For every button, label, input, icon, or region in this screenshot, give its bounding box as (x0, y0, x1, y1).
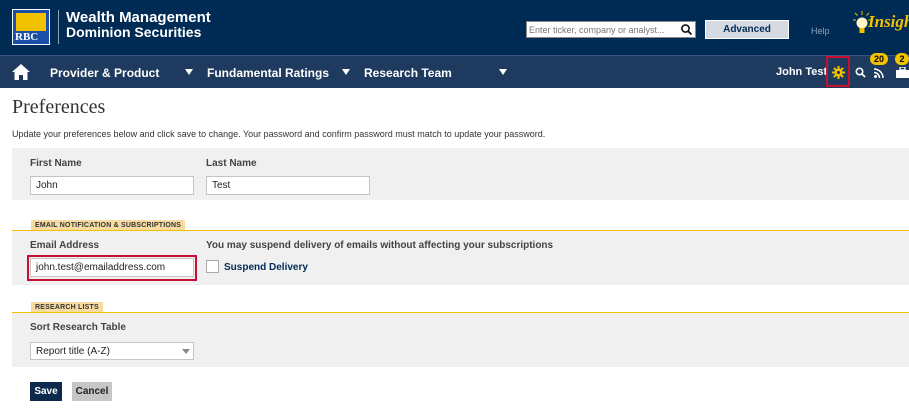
chevron-down-icon[interactable] (185, 69, 193, 75)
briefcase-icon[interactable] (896, 67, 909, 78)
logo-text: RBC (15, 31, 39, 43)
nav-research-team[interactable]: Research Team (364, 66, 452, 80)
header-search (526, 21, 696, 38)
search-icon[interactable] (855, 67, 866, 78)
chevron-down-icon[interactable] (499, 69, 507, 75)
cancel-button[interactable]: Cancel (72, 382, 112, 401)
brand-divider (58, 10, 59, 44)
last-name-field[interactable]: Test (206, 176, 370, 195)
page-description: Update your preferences below and click … (12, 129, 546, 139)
user-name[interactable]: John Test (776, 66, 827, 78)
nav-fundamental-ratings[interactable]: Fundamental Ratings (207, 66, 329, 80)
brand-subtitle: Dominion Securities (66, 24, 202, 40)
email-label: Email Address (30, 240, 100, 251)
top-header: RBC Wealth Management Dominion Securitie… (0, 0, 909, 55)
alerts-count-badge: 20 (870, 53, 888, 65)
sort-research-label: Sort Research Table (30, 322, 126, 333)
settings-button[interactable] (826, 56, 850, 87)
chevron-down-icon[interactable] (342, 69, 350, 75)
gear-icon (832, 66, 845, 79)
email-field[interactable]: john.test@emailaddress.com (30, 258, 194, 277)
insight-wordmark[interactable]: Insight (868, 12, 909, 32)
suspend-note: You may suspend delivery of emails witho… (206, 240, 554, 251)
rbc-logo[interactable]: RBC (12, 9, 50, 45)
sort-research-value: Report title (A-Z) (36, 346, 110, 357)
first-name-label: First Name (30, 158, 82, 169)
sort-research-select[interactable]: Report title (A-Z) (30, 342, 194, 360)
chevron-down-icon (182, 349, 190, 354)
home-icon[interactable] (12, 64, 30, 80)
nav-provider-product[interactable]: Provider & Product (50, 66, 159, 80)
advanced-search-button[interactable]: Advanced Search (705, 20, 789, 52)
last-name-label: Last Name (206, 158, 257, 169)
first-name-field[interactable]: John (30, 176, 194, 195)
briefcase-count-badge: 2 (895, 53, 909, 65)
save-button[interactable]: Save (30, 382, 62, 401)
rss-icon[interactable] (874, 68, 884, 78)
help-link[interactable]: Help (811, 26, 830, 36)
search-input[interactable] (529, 23, 679, 36)
search-icon[interactable] (680, 23, 693, 36)
suspend-delivery-checkbox[interactable] (206, 260, 219, 273)
main-nav: Provider & Product Fundamental Ratings R… (0, 53, 909, 88)
suspend-delivery-label[interactable]: Suspend Delivery (224, 262, 308, 273)
logo-shield (16, 13, 46, 31)
page-title: Preferences (12, 96, 106, 118)
